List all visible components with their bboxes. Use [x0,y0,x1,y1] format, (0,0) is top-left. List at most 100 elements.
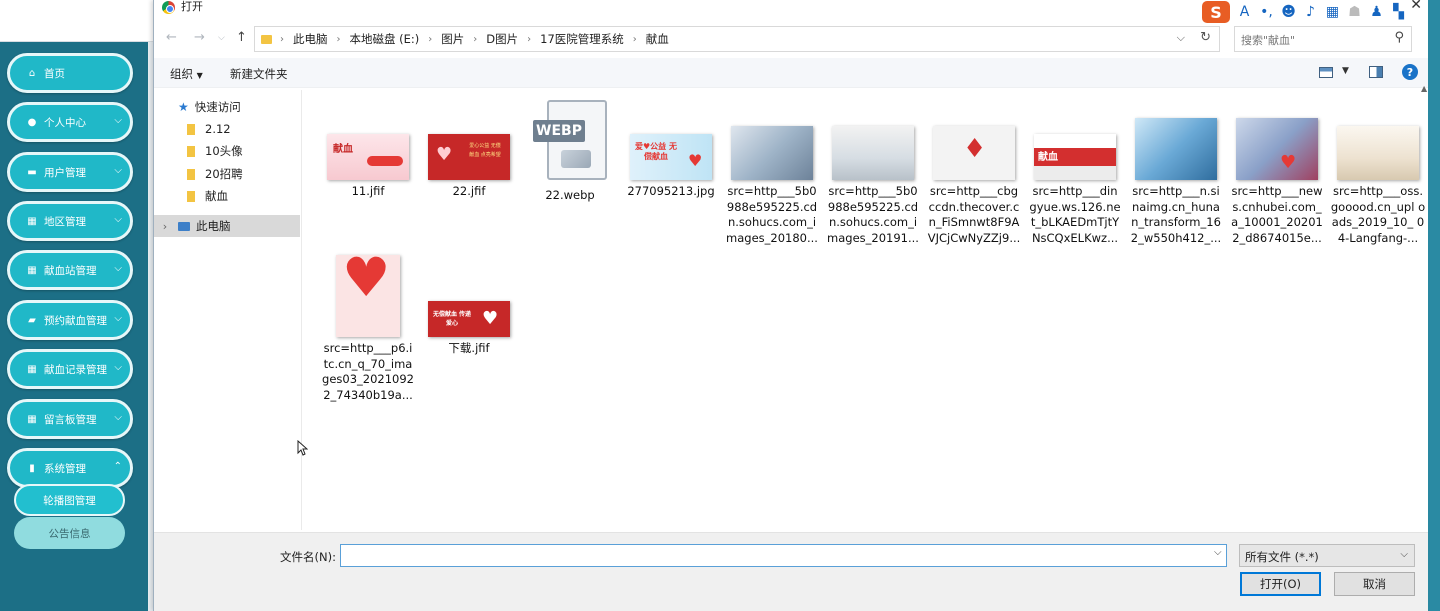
font-icon[interactable]: A [1237,4,1252,20]
grid-icon: ▦ [27,264,37,276]
nav-folder-item[interactable]: 献血 [154,185,300,207]
open-button[interactable]: 打开(O) [1240,572,1321,596]
chevron-down-icon: ⌵ [114,115,122,126]
computer-icon [178,221,190,231]
chevron-down-icon: ⌵ [114,214,122,225]
doc-icon: ▮ [29,462,35,474]
back-arrow-icon[interactable]: ← [166,30,177,45]
file-name: 22.webp [545,188,595,202]
chevron-down-icon[interactable]: ⌵ [1177,31,1185,45]
sub-item-announcement[interactable]: 公告信息 [14,517,125,549]
breadcrumb-item[interactable]: 图片 [441,31,464,47]
nav-item-user-management[interactable]: ▬ 用户管理 ⌵ [7,152,133,192]
apps-icon[interactable]: ▚ [1391,4,1406,20]
forward-arrow-icon[interactable]: → [194,30,205,45]
file-item[interactable]: src=http___n.si naimg.cn_huna n_transfor… [1128,118,1224,246]
file-name: 11.jfif [351,184,385,198]
up-arrow-icon[interactable]: ↑ [236,30,247,45]
file-thumbnail [731,126,813,180]
file-name: src=http___oss. gooood.cn_upl oads_2019_… [1330,184,1426,245]
file-name: 22.jfif [452,184,486,198]
emoji-icon[interactable]: ☻ [1281,4,1296,20]
folder-label: 10头像 [205,144,243,158]
caret-down-icon[interactable]: ▼ [1342,66,1349,76]
view-mode-icon[interactable] [1319,67,1333,78]
this-pc-item[interactable]: › 此电脑 [154,215,300,237]
file-item[interactable]: src=http___oss. gooood.cn_upl oads_2019_… [1330,126,1426,246]
nav-item-region-management[interactable]: ▦ 地区管理 ⌵ [7,201,133,241]
nav-folder-item[interactable]: 10头像 [154,140,300,162]
scroll-up-icon[interactable]: ▲ [1421,84,1427,93]
organize-button[interactable]: 组织 ▼ [170,66,203,82]
folder-icon [187,145,195,157]
nav-folder-item[interactable]: 20招聘 [154,163,300,185]
chevron-right-icon[interactable]: › [527,34,531,45]
sub-item-carousel[interactable]: 轮播图管理 [14,484,125,516]
nav-item-station-management[interactable]: ▦ 献血站管理 ⌵ [7,250,133,290]
file-item[interactable]: src=http___5b0 988e595225.cd n.sohucs.co… [825,126,921,246]
file-item[interactable]: 爱♥公益 无偿献血 ♥ 277095213.jpg [623,134,719,200]
file-item[interactable]: src=http___5b0 988e595225.cd n.sohucs.co… [724,126,820,246]
nav-item-personal-center[interactable]: ● 个人中心 ⌵ [7,102,133,142]
help-icon[interactable]: ? [1402,64,1418,80]
nav-item-appointment-management[interactable]: ▰ 预约献血管理 ⌵ [7,300,133,340]
search-icon[interactable]: ⚲ [1394,30,1404,45]
file-item[interactable]: WEBP 22.webp [522,100,618,204]
breadcrumb-item[interactable]: D图片 [486,31,518,47]
cancel-button[interactable]: 取消 [1334,572,1415,596]
chevron-right-icon[interactable]: › [160,220,170,233]
nav-item-donation-records[interactable]: ▦ 献血记录管理 ⌵ [7,349,133,389]
preview-pane-icon[interactable] [1369,66,1383,78]
chevron-right-icon[interactable]: › [337,34,341,45]
chrome-icon [162,1,175,14]
file-name: src=http___5b0 988e595225.cd n.sohucs.co… [827,184,919,245]
file-item[interactable]: ♦ src=http___cbg ccdn.thecover.c n_FiSmn… [926,126,1022,246]
new-folder-button[interactable]: 新建文件夹 [230,66,288,82]
grid-icon: ▦ [27,215,37,227]
refresh-icon[interactable]: ↻ [1200,30,1211,45]
breadcrumb-item[interactable]: 此电脑 [293,31,328,47]
thumb-decoration [367,156,403,166]
breadcrumb-item[interactable]: 17医院管理系统 [540,31,624,47]
close-icon[interactable]: ✕ [1410,0,1422,13]
sogou-icon[interactable]: S [1202,1,1230,23]
file-thumbnail: 献血 [327,134,409,180]
file-thumbnail [1337,126,1419,180]
chevron-down-icon[interactable]: ⌵ [1214,547,1222,558]
file-item[interactable]: ♥ src=http___new s.cnhubei.com_ a_10001_… [1229,118,1325,246]
file-item[interactable]: 献血 11.jfif [320,134,416,200]
grid-icon: ▦ [27,363,37,375]
chevron-right-icon[interactable]: › [633,34,637,45]
file-item[interactable]: ♥ 爱心公益 无偿献血 点亮希望 22.jfif [421,134,517,200]
search-placeholder: 搜索"献血" [1241,34,1296,47]
filetype-select[interactable]: 所有文件 (*.*) ⌵ [1239,544,1415,567]
keyboard-icon[interactable]: ▦ [1325,4,1340,20]
breadcrumb-item[interactable]: 献血 [646,31,669,47]
nav-item-system-management[interactable]: ▮ 系统管理 ⌃ [7,448,133,488]
quick-access-item[interactable]: ★ 快速访问 [154,96,300,118]
file-name: src=http___5b0 988e595225.cd n.sohucs.co… [726,184,818,245]
chevron-right-icon[interactable]: › [428,34,432,45]
address-bar[interactable]: › 此电脑 › 本地磁盘 (E:) › 图片 › D图片 › 17医院管理系统 … [254,26,1220,52]
file-item[interactable]: 无偿献血 传递爱心 ♥ 下载.jfif [421,301,517,357]
microphone-icon[interactable]: ♪ [1303,4,1318,20]
chevron-down-icon: ⌵ [114,362,122,373]
search-input[interactable]: 搜索"献血" ⚲ [1234,26,1412,52]
recent-dropdown-icon[interactable]: ⌵ [218,33,225,43]
nav-item-home[interactable]: ⌂ 首页 [7,53,133,93]
file-item[interactable]: ♥ src=http___p6.i tc.cn_q_70_ima ges03_2… [320,255,416,403]
address-row: ← → ⌵ ↑ › 此电脑 › 本地磁盘 (E:) › 图片 › D图片 › 1… [154,24,1428,54]
breadcrumb-item[interactable]: 本地磁盘 (E:) [350,31,420,47]
filename-input[interactable] [340,544,1227,567]
skin-icon[interactable]: ♟ [1369,4,1384,20]
nav-folder-item[interactable]: 2.12 [154,118,300,140]
file-thumbnail: 无偿献血 传递爱心 ♥ [428,301,510,337]
nav-item-message-board[interactable]: ▦ 留言板管理 ⌵ [7,399,133,439]
file-thumbnail [832,126,914,180]
user-icon[interactable]: ☗ [1347,4,1362,20]
chevron-right-icon[interactable]: › [473,34,477,45]
file-item[interactable]: 献血 src=http___din gyue.ws.126.ne t_bLKAE… [1027,134,1123,246]
punctuation-icon[interactable]: •, [1259,4,1274,20]
monitor-icon: ▬ [27,166,37,178]
open-file-dialog: 打开 S A •, ☻ ♪ ▦ ☗ ♟ ▚ ✕ ← → ⌵ ↑ › 此电脑 › … [153,0,1428,611]
